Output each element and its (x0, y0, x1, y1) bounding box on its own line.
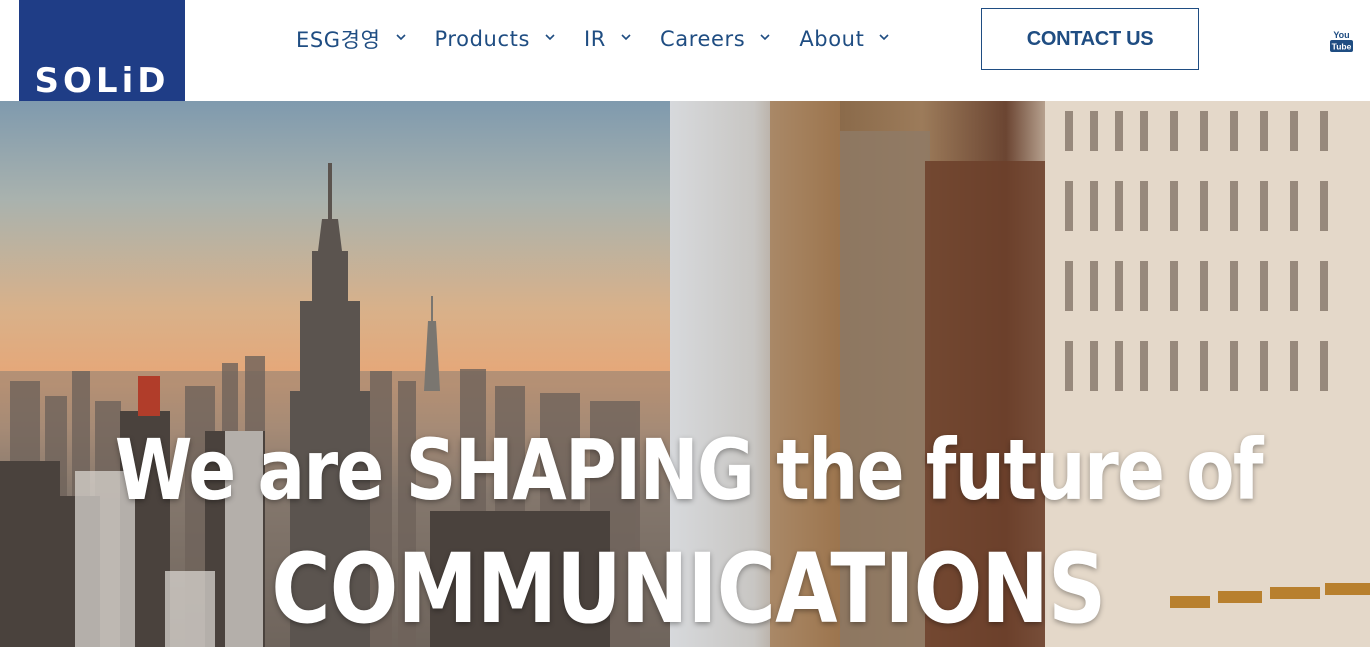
nav-item-esg[interactable]: ESG경영 (296, 22, 409, 56)
nav-label: ESG경영 (296, 28, 381, 52)
main-nav: ESG경영 Products IR Careers About (296, 22, 918, 56)
nav-label: Products (434, 27, 530, 51)
nav-item-about[interactable]: About (799, 22, 892, 56)
nav-label: IR (584, 27, 606, 51)
nav-item-careers[interactable]: Careers (660, 22, 773, 56)
nav-label: Careers (660, 27, 746, 51)
contact-us-button[interactable]: CONTACT US (981, 8, 1199, 70)
site-header: SOLiD ESG경영 Products IR Careers About CO… (0, 0, 1370, 101)
solid-logo[interactable]: SOLiD (19, 0, 185, 101)
hero-headline-line1: We are SHAPING the future of (114, 421, 1264, 519)
svg-text:You: You (1333, 30, 1349, 40)
nav-label: About (799, 27, 865, 51)
logo-text: SOLiD (34, 61, 170, 101)
chevron-down-icon (759, 31, 773, 45)
hero-banner: We are SHAPING the future of COMMUNICATI… (0, 101, 1370, 647)
youtube-icon[interactable]: You Tube (1330, 29, 1353, 52)
svg-text:Tube: Tube (1332, 42, 1352, 52)
chevron-down-icon (395, 31, 409, 45)
chevron-down-icon (544, 31, 558, 45)
nav-item-products[interactable]: Products (435, 22, 558, 56)
nav-item-ir[interactable]: IR (584, 22, 634, 56)
hero-headline-line2: COMMUNICATIONS (271, 533, 1106, 645)
chevron-down-icon (620, 31, 634, 45)
chevron-down-icon (878, 31, 892, 45)
